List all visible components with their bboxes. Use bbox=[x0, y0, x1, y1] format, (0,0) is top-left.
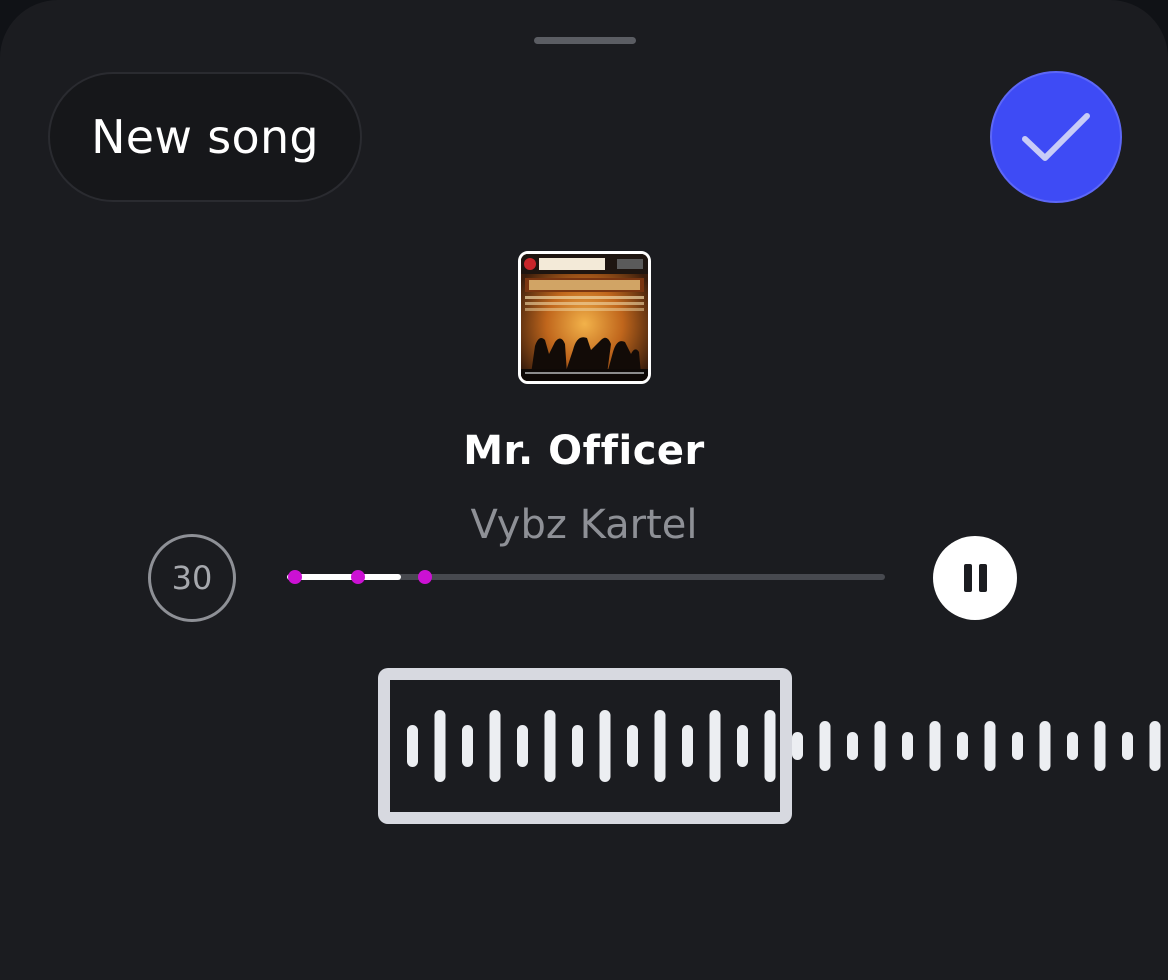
waveform-bar bbox=[1149, 721, 1161, 771]
waveform-bar bbox=[1094, 721, 1106, 771]
progress-track[interactable] bbox=[287, 570, 885, 584]
progress-fill bbox=[287, 574, 401, 580]
waveform-bar bbox=[929, 721, 941, 771]
clip-selection-inner bbox=[390, 680, 780, 812]
progress-marker bbox=[418, 570, 432, 584]
waveform-bar bbox=[1039, 721, 1051, 771]
waveform-bar bbox=[1012, 732, 1023, 760]
pause-icon-bar bbox=[978, 564, 987, 592]
waveform-bar bbox=[819, 721, 831, 771]
checkmark-icon bbox=[1022, 113, 1090, 161]
song-title: Mr. Officer bbox=[463, 428, 705, 474]
progress-marker bbox=[288, 570, 302, 584]
confirm-button[interactable] bbox=[990, 71, 1122, 203]
clip-selection-frame[interactable] bbox=[378, 668, 792, 824]
waveform-bar bbox=[874, 721, 886, 771]
waveform-bar bbox=[792, 732, 803, 760]
clip-duration-button[interactable]: 30 bbox=[148, 534, 236, 622]
waveform-bar bbox=[1067, 732, 1078, 760]
bottom-sheet: New song Mr. Officer Vybz Kartel 30 bbox=[0, 0, 1168, 980]
album-art bbox=[518, 251, 651, 384]
waveform-bar bbox=[847, 732, 858, 760]
pause-button[interactable] bbox=[933, 536, 1017, 620]
progress-marker bbox=[351, 570, 365, 584]
waveform-bar bbox=[1122, 732, 1133, 760]
waveform-bar bbox=[984, 721, 996, 771]
waveform-bar bbox=[902, 732, 913, 760]
pause-icon bbox=[963, 564, 972, 592]
song-artist: Vybz Kartel bbox=[470, 502, 698, 548]
new-song-button[interactable]: New song bbox=[48, 72, 362, 202]
waveform-bar bbox=[957, 732, 968, 760]
sheet-grabber-handle[interactable] bbox=[534, 37, 636, 44]
